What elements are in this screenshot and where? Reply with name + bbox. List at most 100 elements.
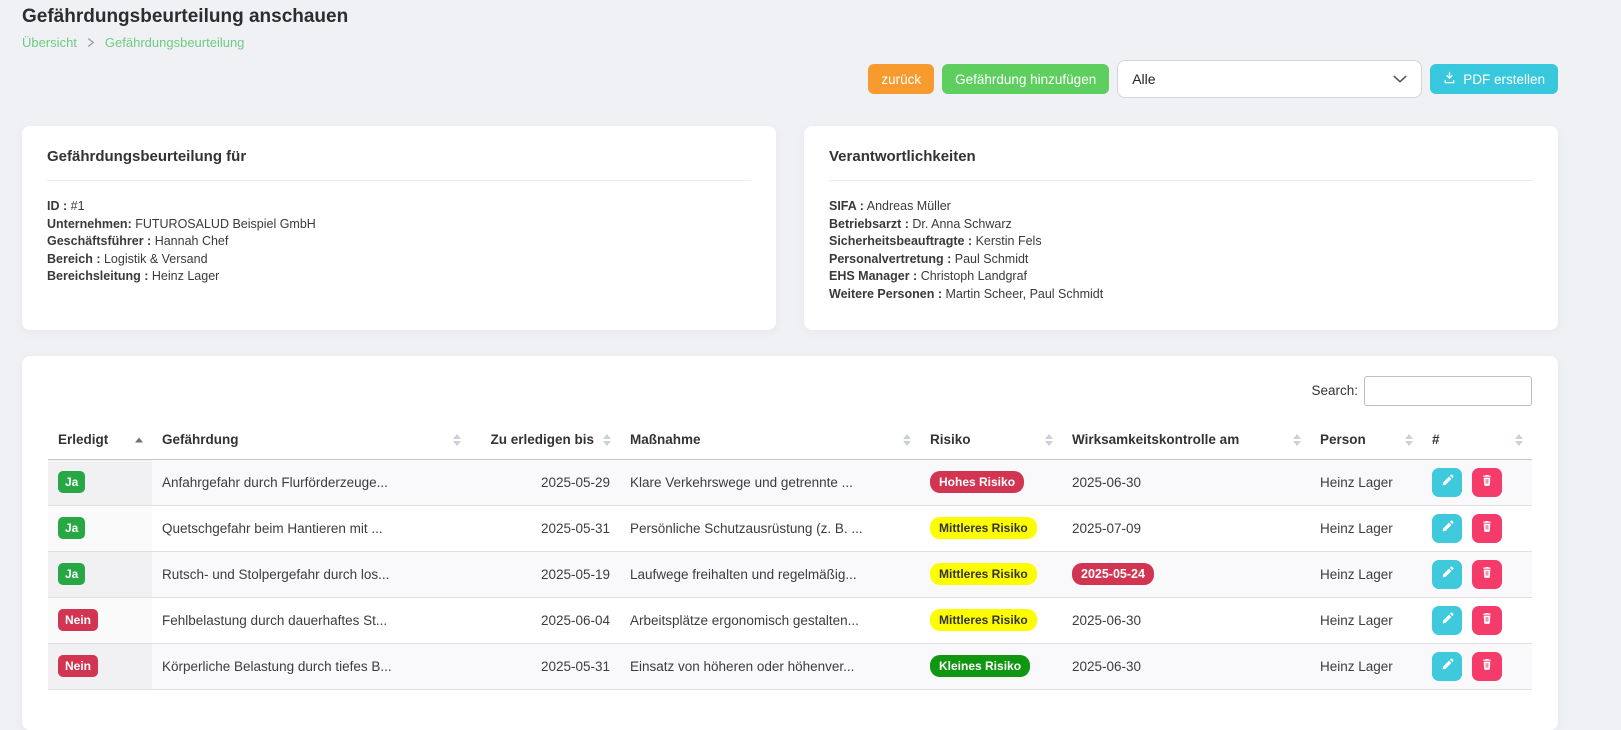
column-header-wirksamkeitskontrolle[interactable]: Wirksamkeitskontrolle am <box>1062 421 1310 460</box>
risk-cell: Kleines Risiko <box>920 643 1062 690</box>
risk-cell: Mittleres Risiko <box>920 551 1062 598</box>
back-button[interactable]: zurück <box>868 64 935 94</box>
search-row: Search: <box>48 375 1532 406</box>
edit-button[interactable] <box>1432 513 1462 543</box>
delete-button[interactable] <box>1471 467 1502 497</box>
info-field-value: Logistik & Versand <box>103 251 208 266</box>
control-date-cell: 2025-06-30 <box>1062 597 1310 644</box>
risk-cell: Mittleres Risiko <box>920 505 1062 552</box>
control-date-cell: 2025-06-30 <box>1062 643 1310 690</box>
pencil-icon <box>1441 474 1454 490</box>
actions-cell <box>1422 597 1532 644</box>
table-row: Ja Quetschgefahr beim Hantieren mit ... … <box>48 505 1532 552</box>
sort-icon <box>453 434 461 447</box>
edit-button[interactable] <box>1432 559 1462 589</box>
done-badge: Ja <box>58 471 86 494</box>
search-label: Search: <box>1311 383 1358 399</box>
card-divider <box>47 180 751 181</box>
sort-icon <box>1293 434 1301 447</box>
info-field: Geschäftsführer : Hannah Chef <box>47 233 751 251</box>
info-field-value: Martin Scheer, Paul Schmidt <box>945 286 1104 301</box>
column-header-person[interactable]: Person <box>1310 421 1422 460</box>
sort-asc-icon <box>135 437 143 443</box>
delete-button[interactable] <box>1471 559 1502 589</box>
card-divider <box>829 180 1533 181</box>
info-field-value: Heinz Lager <box>151 269 220 284</box>
risk-badge: Mittleres Risiko <box>930 517 1037 540</box>
assessment-card-title: Gefährdungsbeurteilung für <box>47 148 247 165</box>
column-header-actions[interactable]: # <box>1422 421 1532 460</box>
column-header-gefaehrdung[interactable]: Gefährdung <box>152 421 470 460</box>
info-field-label: Weitere Personen : <box>829 286 943 301</box>
trash-icon <box>1481 658 1493 674</box>
column-header-risiko[interactable]: Risiko <box>920 421 1062 460</box>
trash-icon <box>1481 474 1493 490</box>
assessment-card: Gefährdungsbeurteilung für ID : #1 Untern… <box>22 126 776 330</box>
info-field: Betriebsarzt : Dr. Anna Schwarz <box>829 216 1533 234</box>
sort-icon <box>1515 434 1523 447</box>
filter-select-value: Alle <box>1132 71 1156 87</box>
responsibilities-card: Verantwortlichkeiten SIFA : Andreas Müll… <box>804 126 1558 330</box>
person-cell: Heinz Lager <box>1310 643 1422 690</box>
table-row: Ja Anfahrgefahr durch Flurförderzeuge...… <box>48 459 1532 506</box>
info-field-value: Christoph Landgraf <box>920 269 1028 284</box>
delete-button[interactable] <box>1471 651 1502 681</box>
risk-badge: Mittleres Risiko <box>930 609 1037 632</box>
person-cell: Heinz Lager <box>1310 505 1422 552</box>
trash-icon <box>1481 520 1493 536</box>
breadcrumb-current[interactable]: Gefährdungsbeurteilung <box>105 35 245 50</box>
info-field-label: Geschäftsführer : <box>47 234 152 249</box>
measure-cell: Persönliche Schutzausrüstung (z. B. ... <box>620 505 920 552</box>
risk-cell: Mittleres Risiko <box>920 597 1062 644</box>
pencil-icon <box>1441 566 1454 582</box>
delete-button[interactable] <box>1471 605 1502 635</box>
responsibilities-fields: SIFA : Andreas Müller Betriebsarzt : Dr. … <box>829 198 1533 304</box>
info-field-label: Sicherheitsbeauftragte : <box>829 234 973 249</box>
create-pdf-button[interactable]: PDF erstellen <box>1430 64 1558 94</box>
person-cell: Heinz Lager <box>1310 459 1422 506</box>
page-header: Gefährdungsbeurteilung anschauen Übersic… <box>22 6 1558 50</box>
measure-cell: Klare Verkehrswege und getrennte ... <box>620 459 920 506</box>
info-field: Personalvertretung : Paul Schmidt <box>829 251 1533 269</box>
info-field-label: ID : <box>47 199 68 213</box>
chevron-right-icon <box>87 38 95 47</box>
due-date-cell: 2025-05-31 <box>470 643 620 690</box>
responsibilities-card-title: Verantwortlichkeiten <box>829 148 976 165</box>
control-date: 2025-06-30 <box>1072 612 1142 628</box>
add-hazard-button[interactable]: Gefährdung hinzufügen <box>942 64 1110 94</box>
control-date: 2025-06-30 <box>1072 658 1142 674</box>
delete-button[interactable] <box>1471 513 1502 543</box>
actions-cell <box>1422 459 1532 506</box>
column-header-erledigt[interactable]: Erledigt <box>48 421 152 460</box>
done-cell: Ja <box>48 551 152 598</box>
actions-cell <box>1422 643 1532 690</box>
edit-button[interactable] <box>1432 651 1462 681</box>
info-field-value: Paul Schmidt <box>954 251 1029 266</box>
control-date-cell: 2025-06-30 <box>1062 459 1310 506</box>
info-field-label: Betriebsarzt : <box>829 216 909 231</box>
page-title: Gefährdungsbeurteilung anschauen <box>22 6 349 27</box>
trash-icon <box>1481 566 1493 582</box>
info-field-label: SIFA : <box>829 199 864 213</box>
done-badge: Ja <box>58 563 86 586</box>
due-date-cell: 2025-05-31 <box>470 505 620 552</box>
control-date: 2025-06-30 <box>1072 474 1142 490</box>
column-header-massnahme[interactable]: Maßnahme <box>620 421 920 460</box>
risk-badge: Mittleres Risiko <box>930 563 1037 586</box>
filter-select[interactable]: Alle <box>1117 60 1423 98</box>
breadcrumb-link-overview[interactable]: Übersicht <box>22 35 77 50</box>
edit-button[interactable] <box>1432 467 1462 497</box>
edit-button[interactable] <box>1432 605 1462 635</box>
info-field: Sicherheitsbeauftragte : Kerstin Fels <box>829 233 1533 251</box>
hazard-cell: Quetschgefahr beim Hantieren mit ... <box>152 505 470 552</box>
search-input[interactable] <box>1364 375 1532 406</box>
column-header-zu-erledigen-bis[interactable]: Zu erledigen bis <box>470 421 620 460</box>
chevron-down-icon <box>1393 71 1407 87</box>
sort-icon <box>1045 434 1053 447</box>
sort-icon <box>603 434 611 447</box>
person-cell: Heinz Lager <box>1310 551 1422 598</box>
trash-icon <box>1481 612 1493 628</box>
control-date-cell: 2025-05-24 <box>1062 551 1310 598</box>
table-header-row: Erledigt Gefährdung Zu erledigen bis Maß… <box>48 421 1532 460</box>
control-date-cell: 2025-07-09 <box>1062 505 1310 552</box>
